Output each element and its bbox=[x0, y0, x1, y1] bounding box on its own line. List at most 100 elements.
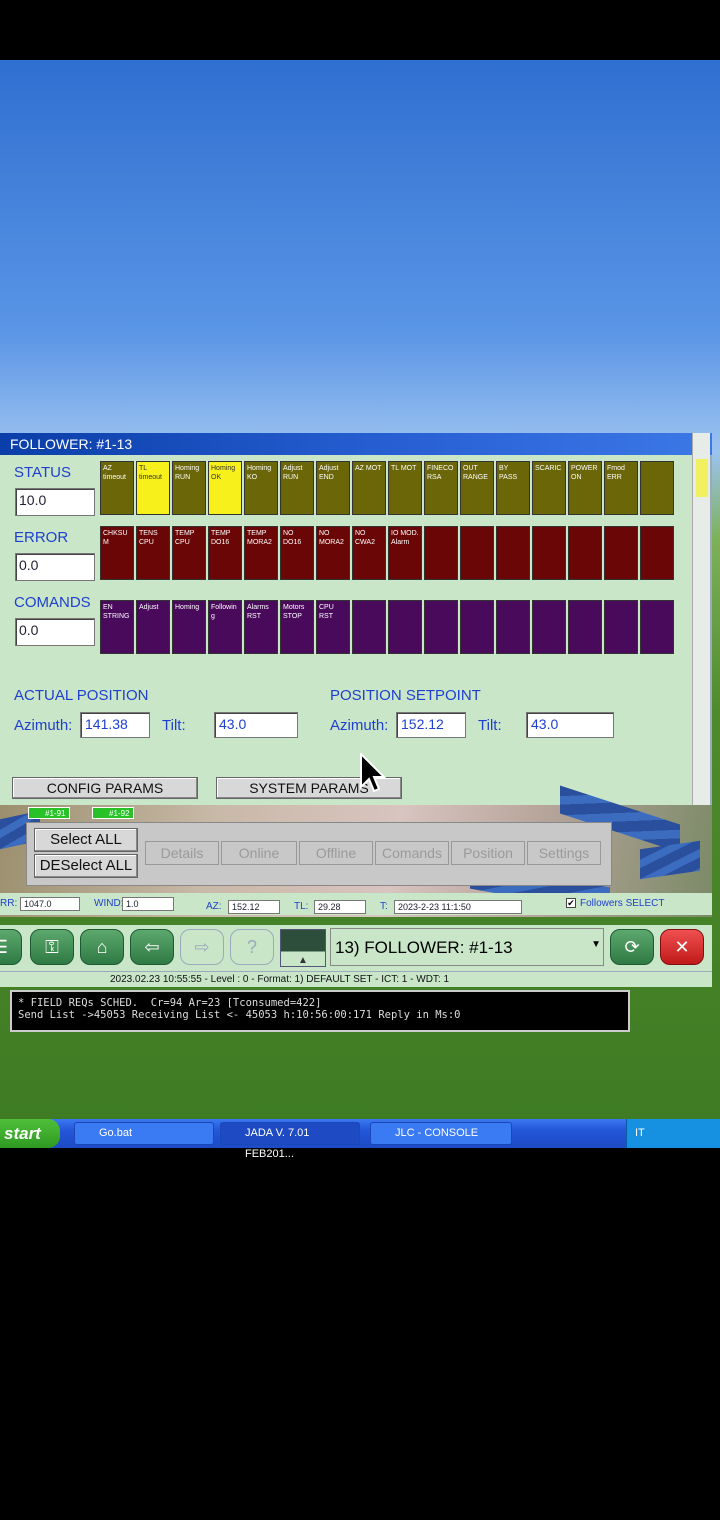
status-cell[interactable]: BY PASS bbox=[496, 461, 530, 515]
command-cell[interactable] bbox=[568, 600, 602, 654]
followers-select-checkbox[interactable]: ✔ bbox=[566, 898, 576, 908]
command-cell[interactable] bbox=[532, 600, 566, 654]
select-all-button[interactable]: Select ALL bbox=[34, 828, 138, 852]
status-cell[interactable]: Adjust END bbox=[316, 461, 350, 515]
tl-value: 29.28 bbox=[314, 900, 366, 914]
follower-select-value: 13) FOLLOWER: #1-13 bbox=[335, 938, 513, 957]
follower-tag-1[interactable]: #1-91 bbox=[28, 807, 71, 819]
scroll-thumb[interactable] bbox=[696, 459, 708, 497]
commands-label: COMANDS bbox=[14, 594, 91, 611]
status-cell[interactable] bbox=[640, 461, 674, 515]
error-cell[interactable]: TEMP MORA2 bbox=[244, 526, 278, 580]
tab-offline[interactable]: Offline bbox=[299, 841, 373, 865]
status-cell[interactable]: Fmod ERR bbox=[604, 461, 638, 515]
tab-position[interactable]: Position bbox=[451, 841, 525, 865]
status-cell[interactable]: FINECO RSA bbox=[424, 461, 458, 515]
tab-online[interactable]: Online bbox=[221, 841, 297, 865]
command-cell[interactable] bbox=[352, 600, 386, 654]
status-cell[interactable]: Homing KO bbox=[244, 461, 278, 515]
actual-tilt-value: 43.0 bbox=[214, 712, 298, 738]
tab-comands[interactable]: Comands bbox=[375, 841, 449, 865]
taskbar-item-console[interactable]: JLC - CONSOLE bbox=[370, 1122, 512, 1145]
help-icon[interactable]: ? bbox=[230, 929, 274, 965]
follower-tag-2[interactable]: #1-92 bbox=[92, 807, 135, 819]
status-label: STATUS bbox=[14, 464, 71, 481]
follower-control-strip: Select ALL DESelect ALL Details Online O… bbox=[26, 822, 612, 886]
setpoint-azimuth-label: Azimuth: bbox=[330, 717, 389, 734]
key-icon[interactable]: ⚿ bbox=[30, 929, 74, 965]
console-line: Send List ->45053 Receiving List <- 4505… bbox=[18, 1009, 461, 1021]
command-cell[interactable]: Alarms RST bbox=[244, 600, 278, 654]
chevron-down-icon[interactable]: ▼ bbox=[591, 939, 601, 950]
forward-arrow-icon[interactable]: ⇨ bbox=[180, 929, 224, 965]
menu-icon[interactable]: ☰ bbox=[0, 929, 22, 965]
status-value: 10.0 bbox=[15, 488, 95, 516]
command-cell[interactable]: CPU RST bbox=[316, 600, 350, 654]
setpoint-tilt-value: 43.0 bbox=[526, 712, 614, 738]
error-cell[interactable] bbox=[640, 526, 674, 580]
expand-panel-icon[interactable]: ▲ bbox=[280, 929, 326, 967]
tab-settings[interactable]: Settings bbox=[527, 841, 601, 865]
error-cell[interactable] bbox=[424, 526, 458, 580]
status-cell[interactable]: SCARIC bbox=[532, 461, 566, 515]
error-cell[interactable]: NO DO16 bbox=[280, 526, 314, 580]
command-cell[interactable]: Adjust bbox=[136, 600, 170, 654]
error-cell[interactable] bbox=[604, 526, 638, 580]
error-cell[interactable]: TEMP CPU bbox=[172, 526, 206, 580]
back-arrow-icon[interactable]: ⇦ bbox=[130, 929, 174, 965]
error-cell[interactable]: IO MOD. Alarm bbox=[388, 526, 422, 580]
error-cell[interactable] bbox=[568, 526, 602, 580]
error-cell[interactable]: CHKSU M bbox=[100, 526, 134, 580]
command-cell[interactable]: EN STRING bbox=[100, 600, 134, 654]
console-line: * FIELD REQs SCHED. Cr=94 Ar=23 [Tconsum… bbox=[18, 997, 322, 1009]
error-cell[interactable] bbox=[532, 526, 566, 580]
setpoint-tilt-label: Tilt: bbox=[478, 717, 502, 734]
home-icon[interactable]: ⌂ bbox=[80, 929, 124, 965]
start-button[interactable]: start bbox=[0, 1119, 60, 1148]
follower-select[interactable]: 13) FOLLOWER: #1-13 ▼ bbox=[330, 928, 604, 966]
command-cell[interactable]: Homing bbox=[172, 600, 206, 654]
command-cell[interactable] bbox=[604, 600, 638, 654]
rr-label: RR: bbox=[0, 898, 18, 909]
measurement-bar: RR: 1047.0 WIND: 1.0 AZ: 152.12 TL: 29.2… bbox=[0, 893, 712, 915]
status-cell[interactable]: Adjust RUN bbox=[280, 461, 314, 515]
status-cell[interactable]: OUT RANGE bbox=[460, 461, 494, 515]
language-indicator[interactable]: IT bbox=[635, 1127, 645, 1139]
command-cell[interactable]: Followin g bbox=[208, 600, 242, 654]
command-cell[interactable] bbox=[460, 600, 494, 654]
error-cell[interactable]: NO MORA2 bbox=[316, 526, 350, 580]
command-cells: EN STRING Adjust Homing Followin g Alarms RS… bbox=[100, 600, 674, 654]
deselect-all-button[interactable]: DESelect ALL bbox=[34, 854, 138, 878]
actual-tilt-label: Tilt: bbox=[162, 717, 186, 734]
wind-value: 1.0 bbox=[122, 897, 174, 911]
command-cell[interactable]: Motors STOP bbox=[280, 600, 314, 654]
command-cell[interactable] bbox=[640, 600, 674, 654]
error-cell[interactable] bbox=[496, 526, 530, 580]
command-cell[interactable] bbox=[388, 600, 422, 654]
window-scrollbar[interactable] bbox=[692, 433, 710, 805]
status-cell[interactable]: TL MOT bbox=[388, 461, 422, 515]
config-params-button[interactable]: CONFIG PARAMS bbox=[12, 777, 198, 799]
tab-details[interactable]: Details bbox=[145, 841, 219, 865]
error-cell[interactable] bbox=[460, 526, 494, 580]
error-cell[interactable]: TENS CPU bbox=[136, 526, 170, 580]
command-cell[interactable] bbox=[424, 600, 458, 654]
status-cell[interactable]: AZ timeout bbox=[100, 461, 134, 515]
error-label: ERROR bbox=[14, 529, 69, 546]
status-cell[interactable]: AZ MOT bbox=[352, 461, 386, 515]
taskbar-item-label: JADA V. 7.01 FEB201... bbox=[245, 1127, 310, 1160]
taskbar: start Go.bat JADA V. 7.01 FEB201... JLC … bbox=[0, 1119, 720, 1160]
taskbar-item-go[interactable]: Go.bat bbox=[74, 1122, 214, 1145]
status-cell[interactable]: Homing RUN bbox=[172, 461, 206, 515]
status-cell[interactable]: TL timeout bbox=[136, 461, 170, 515]
close-icon[interactable]: ✕ bbox=[660, 929, 704, 965]
command-cell[interactable] bbox=[496, 600, 530, 654]
status-cell[interactable]: Homing OK bbox=[208, 461, 242, 515]
error-cell[interactable]: TEMP DO16 bbox=[208, 526, 242, 580]
status-cell[interactable]: POWER ON bbox=[568, 461, 602, 515]
taskbar-item-jada[interactable]: JADA V. 7.01 FEB201... bbox=[220, 1122, 360, 1160]
refresh-icon[interactable]: ⟳ bbox=[610, 929, 654, 965]
actual-azimuth-value: 141.38 bbox=[80, 712, 150, 738]
error-cell[interactable]: NO CWA2 bbox=[352, 526, 386, 580]
window-title: FOLLOWER: #1-13 bbox=[0, 433, 712, 455]
